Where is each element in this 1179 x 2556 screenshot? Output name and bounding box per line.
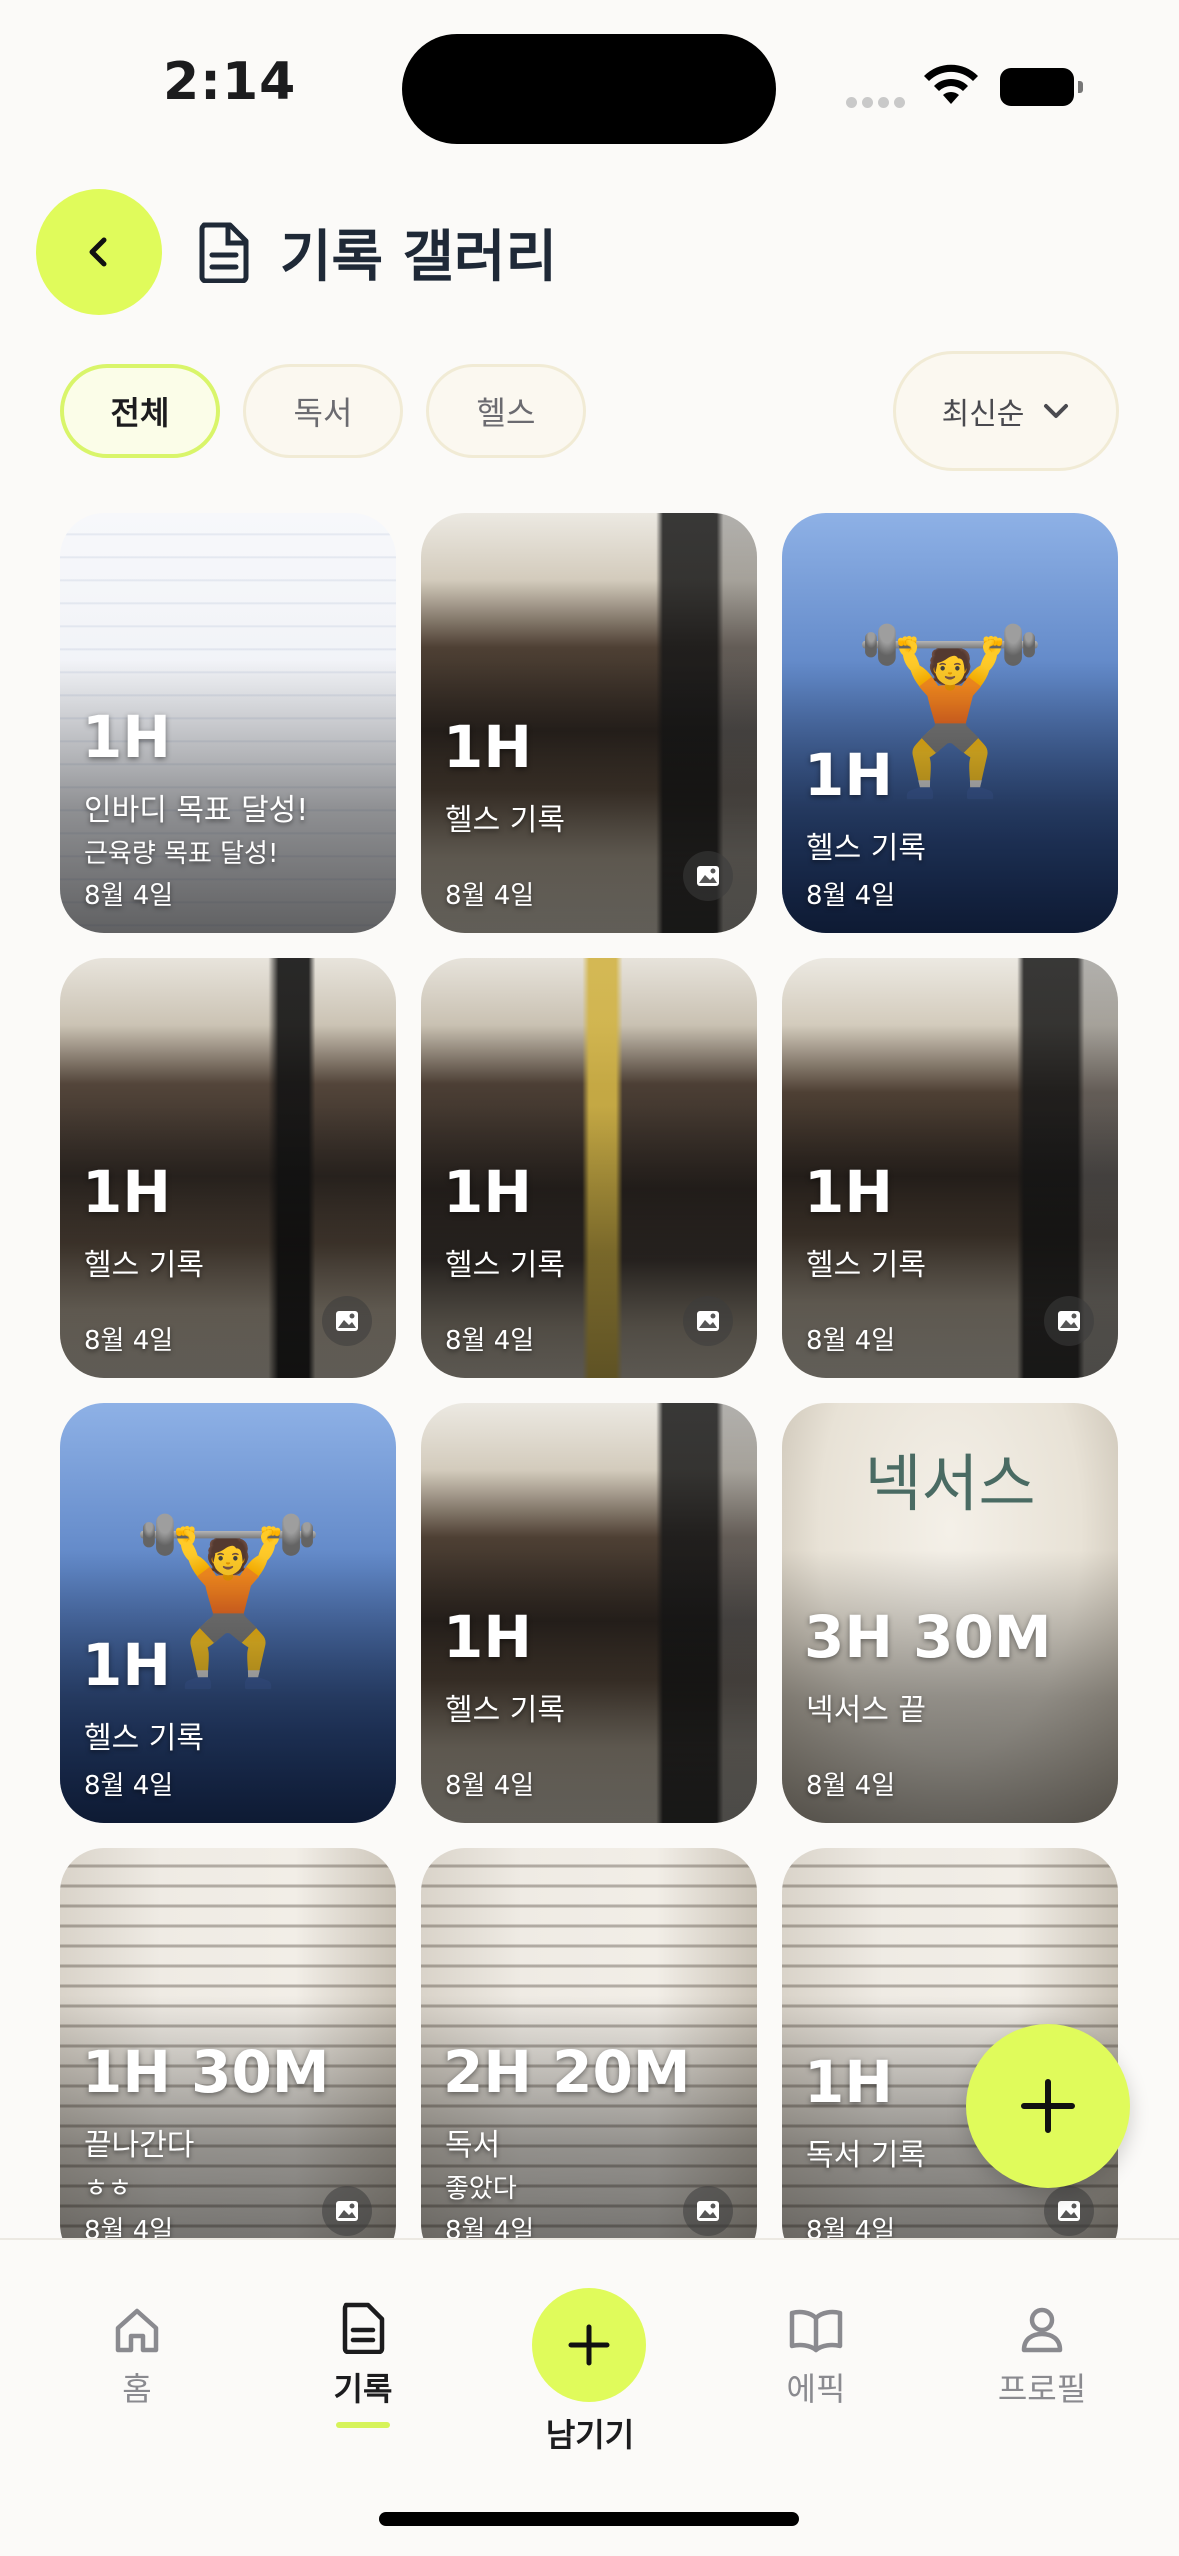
card-gradient-overlay — [782, 513, 1118, 933]
record-date: 8월 4일 — [806, 2216, 896, 2238]
photo-icon — [683, 851, 733, 901]
record-duration: 1H — [82, 703, 171, 771]
record-duration: 1H 30M — [82, 2038, 330, 2106]
record-duration: 1H — [443, 713, 532, 781]
record-title: 헬스 기록 — [445, 803, 565, 838]
tab-profile[interactable]: 프로필 — [962, 2306, 1122, 2410]
plus-icon — [1021, 2079, 1075, 2133]
document-icon — [196, 221, 252, 287]
home-icon — [115, 2308, 159, 2353]
photo-icon — [322, 1296, 372, 1346]
record-card[interactable]: 2H 20M 독서좋았다 8월 4일 — [421, 1848, 757, 2238]
record-title: 헬스 기록 — [84, 1721, 204, 1756]
record-duration: 1H — [804, 2048, 893, 2116]
record-card[interactable]: 🏋️1H헬스 기록8월 4일 — [60, 1403, 396, 1823]
tab-add-button[interactable] — [532, 2288, 646, 2402]
record-card[interactable]: 1H 헬스 기록 8월 4일 — [782, 958, 1118, 1378]
photo-icon — [1044, 1296, 1094, 1346]
record-duration: 1H — [804, 1158, 893, 1226]
record-card[interactable]: 1H 헬스 기록 8월 4일 — [60, 958, 396, 1378]
chevron-left-icon — [89, 237, 107, 267]
record-date: 8월 4일 — [84, 881, 174, 911]
record-date: 8월 4일 — [445, 2216, 535, 2238]
record-subtitle: 근육량 목표 달성! — [84, 839, 279, 869]
record-card[interactable]: 1H 헬스 기록 8월 4일 — [421, 1403, 757, 1823]
photo-icon — [322, 2186, 372, 2236]
record-duration: 1H — [82, 1631, 171, 1699]
record-duration: 1H — [443, 1603, 532, 1671]
record-title: 헬스 기록 — [84, 1248, 204, 1283]
record-subtitle: 좋았다 — [445, 2174, 517, 2204]
photo-icon — [683, 2186, 733, 2236]
page-title: 기록 갤러리 — [280, 225, 558, 290]
record-duration: 1H — [443, 1158, 532, 1226]
chevron-down-icon — [1044, 404, 1069, 418]
record-duration: 2H 20M — [443, 2038, 691, 2106]
record-duration: 1H — [804, 741, 893, 809]
record-title: 끝나간다 — [84, 2128, 195, 2163]
dynamic-island — [402, 34, 776, 144]
plus-icon — [568, 2324, 610, 2366]
record-grid: 1H인바디 목표 달성!근육량 목표 달성!8월 4일1H헬스 기록8월 4일🏋… — [60, 513, 1120, 2238]
record-duration: 1H — [82, 1158, 171, 1226]
record-title: 헬스 기록 — [806, 1248, 926, 1283]
record-card[interactable]: 1H 헬스 기록 8월 4일 — [421, 513, 757, 933]
record-title: 독서 기록 — [806, 2138, 926, 2173]
sort-label: 최신순 — [941, 397, 1025, 432]
status-time: 2:14 — [163, 52, 297, 112]
filter-chip-reading[interactable]: 독서 — [243, 364, 403, 458]
card-gradient-overlay — [60, 1403, 396, 1823]
record-title: 넥서스 끝 — [806, 1693, 926, 1728]
tab-records[interactable]: 기록 — [283, 2302, 443, 2428]
record-title: 인바디 목표 달성! — [84, 793, 309, 828]
active-tab-indicator — [336, 2422, 390, 2428]
status-bar: 2:14 — [0, 0, 1179, 170]
person-icon — [1021, 2307, 1063, 2353]
record-card[interactable]: 1H 헬스 기록 8월 4일 — [421, 958, 757, 1378]
record-card[interactable]: 🏋️1H헬스 기록8월 4일 — [782, 513, 1118, 933]
open-book-icon — [789, 2309, 843, 2353]
filter-chip-label: 독서 — [293, 394, 353, 432]
record-date: 8월 4일 — [84, 1326, 174, 1356]
record-title: 헬스 기록 — [445, 1248, 565, 1283]
photo-icon — [1044, 2186, 1094, 2236]
record-title: 헬스 기록 — [445, 1693, 565, 1728]
record-date: 8월 4일 — [806, 881, 896, 911]
tab-epic-label: 에픽 — [786, 2370, 846, 2408]
record-date: 8월 4일 — [806, 1326, 896, 1356]
document-icon — [342, 2302, 385, 2354]
tab-records-label: 기록 — [333, 2370, 393, 2408]
record-date: 8월 4일 — [84, 2216, 174, 2238]
wifi-icon — [922, 64, 980, 112]
back-button[interactable] — [36, 189, 162, 315]
record-date: 8월 4일 — [84, 1771, 174, 1801]
record-date: 8월 4일 — [806, 1771, 896, 1801]
tab-home[interactable]: 홈 — [57, 2306, 217, 2410]
record-date: 8월 4일 — [445, 1326, 535, 1356]
filter-chip-fitness[interactable]: 헬스 — [426, 364, 586, 458]
home-indicator — [379, 2512, 799, 2526]
sort-dropdown[interactable]: 최신순 — [893, 351, 1119, 471]
record-subtitle: ㅎㅎ — [84, 2174, 132, 2204]
record-duration: 3H 30M — [804, 1603, 1052, 1671]
record-date: 8월 4일 — [445, 1771, 535, 1801]
tab-profile-label: 프로필 — [997, 2370, 1087, 2408]
filter-chip-label: 헬스 — [476, 394, 536, 432]
filter-chip-label: 전체 — [110, 394, 170, 432]
tab-home-label: 홈 — [122, 2370, 152, 2408]
tab-epic[interactable]: 에픽 — [736, 2306, 896, 2410]
record-card[interactable]: 1H 인바디 목표 달성! 근육량 목표 달성! 8월 4일 — [60, 513, 396, 933]
record-date: 8월 4일 — [445, 881, 535, 911]
tab-add-label: 남기기 — [545, 2416, 635, 2454]
cellular-signal-icon — [846, 93, 910, 112]
photo-icon — [683, 1296, 733, 1346]
record-title: 헬스 기록 — [806, 831, 926, 866]
record-title: 독서 — [445, 2128, 501, 2163]
add-record-fab[interactable] — [966, 2024, 1130, 2188]
record-card[interactable]: 넥서스3H 30M넥서스 끝8월 4일 — [782, 1403, 1118, 1823]
record-card[interactable]: 1H 30M 끝나간다 ㅎㅎ 8월 4일 — [60, 1848, 396, 2238]
battery-icon — [1000, 68, 1083, 106]
filter-chip-all[interactable]: 전체 — [60, 364, 220, 458]
